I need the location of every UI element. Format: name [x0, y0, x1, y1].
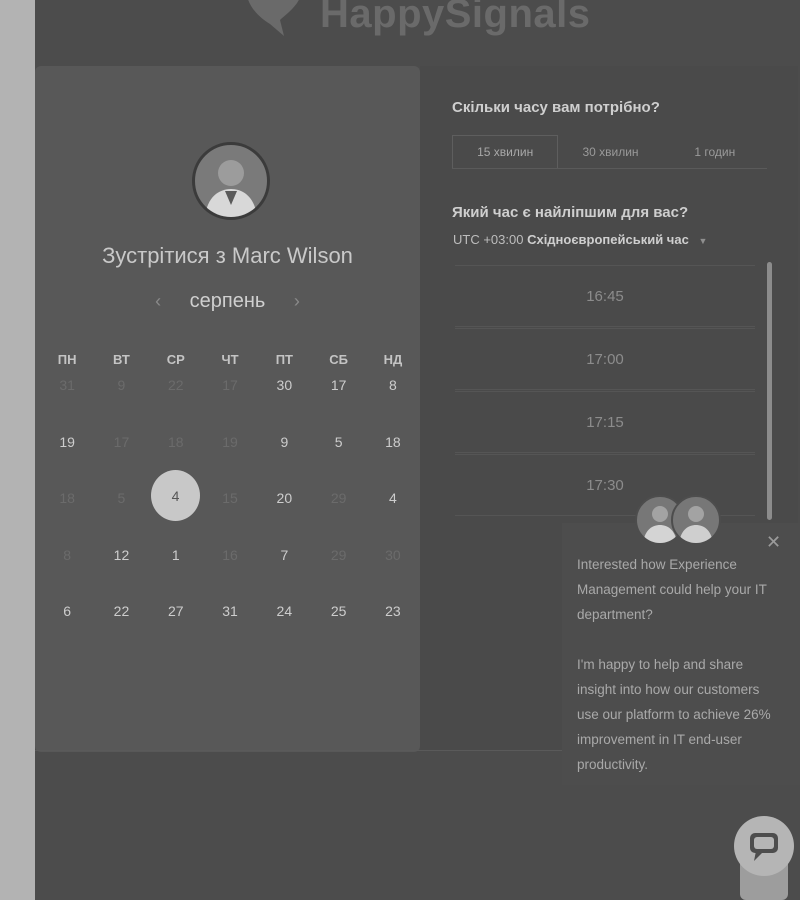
calendar-day[interactable]: 23	[366, 596, 420, 653]
person-icon	[679, 506, 713, 543]
calendar-day[interactable]: 24	[257, 596, 311, 653]
duration-option-60[interactable]: 1 годин	[663, 135, 767, 168]
chevron-right-icon[interactable]: ›	[283, 291, 311, 312]
speech-bubble-heart-icon	[248, 0, 299, 36]
chat-bubble-icon	[750, 833, 778, 861]
agent-avatar	[671, 495, 721, 545]
chat-message-body: I'm happy to help and share insight into…	[577, 657, 771, 772]
chat-agent-avatars	[635, 495, 721, 545]
month-navigator: ‹ серпень ›	[35, 290, 420, 313]
calendar-day[interactable]: 30	[257, 370, 311, 427]
calendar-day: 15	[222, 490, 238, 506]
month-label: серпень	[189, 290, 266, 312]
brand-name: HappySignals	[320, 0, 591, 36]
calendar-day[interactable]: 18	[366, 427, 420, 484]
brand-logo: HappySignals	[240, 0, 591, 50]
timezone-name: Східноєвропейський час	[527, 232, 689, 247]
calendar-day[interactable]: 1	[149, 540, 203, 597]
calendar-day: 19	[222, 433, 238, 450]
time-slot[interactable]: 17:00	[455, 328, 755, 390]
weekday-label: ПТ	[275, 352, 293, 367]
weekday-label: ПН	[57, 352, 77, 367]
calendar-day: 9	[117, 377, 126, 393]
duration-question: Скільки часу вам потрібно?	[452, 99, 660, 116]
calendar-day: 29	[330, 490, 347, 506]
duration-option-15[interactable]: 15 хвилин	[452, 135, 559, 168]
weekday-label: ВТ	[113, 352, 130, 367]
weekday-label: СБ	[329, 352, 348, 367]
close-icon[interactable]: ✕	[766, 532, 781, 553]
left-edge-strip	[0, 0, 35, 900]
calendar-day: 31	[59, 377, 75, 393]
caret-down-icon: ▼	[698, 236, 708, 246]
calendar-day: 16	[222, 546, 238, 563]
calendar-grid: 3192217301781917181995181854152029481211…	[40, 370, 420, 653]
time-slot-list: 16:45 17:00 17:15 17:30	[455, 265, 755, 517]
timezone-selector[interactable]: UTC +03:00 Східноєвропейський час ▼	[453, 232, 707, 247]
calendar-day[interactable]: 27	[149, 596, 203, 653]
calendar-day[interactable]: 20	[257, 483, 311, 540]
calendar-day: 8	[63, 546, 72, 563]
selected-day[interactable]: 4	[151, 470, 200, 521]
calendar-day: 22	[167, 377, 184, 393]
time-slot[interactable]: 17:15	[455, 391, 755, 453]
calendar-day[interactable]: 17	[311, 370, 365, 427]
host-avatar	[192, 142, 270, 220]
meeting-title: Зустрітися з Marc Wilson	[102, 243, 353, 268]
duration-option-30[interactable]: 30 хвилин	[558, 135, 662, 168]
calendar-day: 17	[113, 433, 130, 450]
time-question: Який час є найліпшим для вас?	[452, 204, 689, 221]
duration-options: 15 хвилин 30 хвилин 1 годин	[452, 135, 767, 169]
timezone-offset: UTC +03:00	[453, 232, 524, 247]
calendar-day: 18	[59, 490, 75, 506]
calendar-day[interactable]: 25	[311, 596, 365, 653]
chat-launcher-button[interactable]	[734, 816, 794, 876]
chat-message-intro: Interested how Experience Management cou…	[577, 557, 767, 622]
weekday-label: ЧТ	[221, 352, 239, 367]
weekday-header: ПН ВТ СР ЧТ ПТ СБ НД	[40, 352, 420, 367]
calendar-day[interactable]: 7	[257, 540, 311, 597]
calendar-day[interactable]: 6	[40, 596, 94, 653]
calendar-day[interactable]: 5	[311, 427, 365, 484]
calendar-day[interactable]: 19	[40, 427, 94, 484]
calendar-day[interactable]: 31	[203, 596, 257, 653]
weekday-label: СР	[166, 352, 185, 367]
weekday-label: НД	[383, 352, 403, 367]
time-slot-scrollbar[interactable]	[767, 262, 772, 520]
chevron-left-icon[interactable]: ‹	[144, 291, 172, 312]
calendar-day[interactable]: 9	[257, 427, 311, 484]
person-icon	[205, 160, 257, 217]
calendar-day: 5	[117, 490, 126, 506]
calendar-day: 29	[330, 546, 347, 563]
calendar-day[interactable]: 8	[366, 370, 420, 427]
calendar-day[interactable]: 12	[94, 540, 148, 597]
calendar-day[interactable]: 4	[366, 483, 420, 540]
time-slot[interactable]: 16:45	[455, 265, 755, 327]
calendar-day: 17	[222, 377, 238, 393]
calendar-day: 30	[385, 546, 401, 563]
calendar-day[interactable]: 22	[94, 596, 148, 653]
